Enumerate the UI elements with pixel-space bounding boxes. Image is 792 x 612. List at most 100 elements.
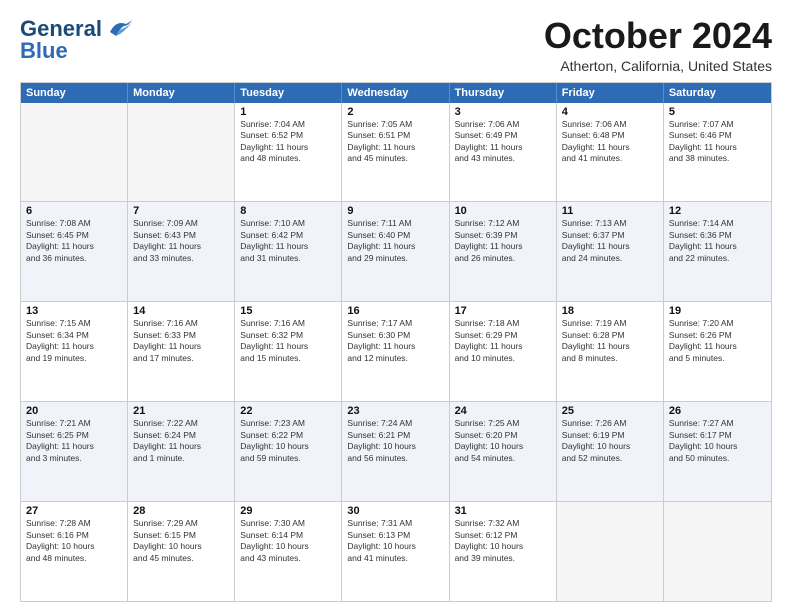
cell-info-line: Daylight: 10 hours	[133, 541, 229, 552]
cell-info-line: Sunrise: 7:24 AM	[347, 418, 443, 429]
calendar-cell: 4Sunrise: 7:06 AMSunset: 6:48 PMDaylight…	[557, 103, 664, 202]
calendar-cell: 8Sunrise: 7:10 AMSunset: 6:42 PMDaylight…	[235, 202, 342, 301]
logo-blue: Blue	[20, 38, 68, 64]
cell-info-line: Sunrise: 7:09 AM	[133, 218, 229, 229]
calendar-cell	[21, 103, 128, 202]
cell-info-line: Sunrise: 7:23 AM	[240, 418, 336, 429]
logo-bird-icon	[106, 18, 134, 40]
calendar-week-3: 13Sunrise: 7:15 AMSunset: 6:34 PM Dayligh…	[21, 302, 771, 402]
cell-info-line: Sunrise: 7:17 AM	[347, 318, 443, 329]
cell-info-line: Daylight: 11 hours	[240, 241, 336, 252]
day-number: 24	[455, 405, 551, 417]
cell-info-line: Sunset: 6:43 PM	[133, 230, 229, 241]
calendar-cell: 24Sunrise: 7:25 AMSunset: 6:20 PMDayligh…	[450, 402, 557, 501]
cell-info-line: Daylight: 10 hours	[240, 441, 336, 452]
cell-info-line: and 26 minutes.	[455, 253, 551, 264]
day-number: 10	[455, 205, 551, 217]
cell-info-line: and 59 minutes.	[240, 453, 336, 464]
cell-info-line: Sunset: 6:37 PM	[562, 230, 658, 241]
cell-info-line: Sunset: 6:34 PM	[26, 330, 122, 341]
cell-info-line: Daylight: 11 hours	[669, 142, 766, 153]
cell-info-line: and 36 minutes.	[26, 253, 122, 264]
cell-info-line: Sunrise: 7:08 AM	[26, 218, 122, 229]
cell-info-line: Sunset: 6:13 PM	[347, 530, 443, 541]
cell-info-line: and 29 minutes.	[347, 253, 443, 264]
cell-info-line: Daylight: 11 hours	[455, 341, 551, 352]
cell-info-line: and 45 minutes.	[133, 553, 229, 564]
day-number: 13	[26, 305, 122, 317]
cell-info-line: Daylight: 11 hours	[240, 142, 336, 153]
cell-info-line: Sunrise: 7:07 AM	[669, 119, 766, 130]
cell-info-line: Sunset: 6:25 PM	[26, 430, 122, 441]
calendar-cell	[557, 502, 664, 601]
cell-info-line: Daylight: 10 hours	[455, 441, 551, 452]
cell-info-line: and 22 minutes.	[669, 253, 766, 264]
calendar-cell: 6Sunrise: 7:08 AMSunset: 6:45 PMDaylight…	[21, 202, 128, 301]
calendar-cell: 2Sunrise: 7:05 AMSunset: 6:51 PMDaylight…	[342, 103, 449, 202]
calendar-cell: 15Sunrise: 7:16 AMSunset: 6:32 PMDayligh…	[235, 302, 342, 401]
cell-info-line: Sunrise: 7:06 AM	[455, 119, 551, 130]
calendar-body: 1Sunrise: 7:04 AMSunset: 6:52 PMDaylight…	[21, 103, 771, 601]
cell-info-line: Sunrise: 7:28 AM	[26, 518, 122, 529]
cell-info-line: Daylight: 11 hours	[455, 142, 551, 153]
calendar-week-5: 27Sunrise: 7:28 AMSunset: 6:16 PMDayligh…	[21, 502, 771, 601]
header-monday: Monday	[128, 83, 235, 103]
cell-info-line: Sunset: 6:39 PM	[455, 230, 551, 241]
calendar-cell: 18Sunrise: 7:19 AMSunset: 6:28 PMDayligh…	[557, 302, 664, 401]
cell-info-line: and 48 minutes.	[240, 153, 336, 164]
header: General Blue October 2024 Atherton, Cali…	[20, 16, 772, 74]
calendar-cell: 11Sunrise: 7:13 AMSunset: 6:37 PMDayligh…	[557, 202, 664, 301]
day-number: 30	[347, 505, 443, 517]
day-number: 18	[562, 305, 658, 317]
day-number: 26	[669, 405, 766, 417]
day-number: 12	[669, 205, 766, 217]
logo: General Blue	[20, 16, 134, 64]
cell-info-line: Sunrise: 7:11 AM	[347, 218, 443, 229]
cell-info-line: Daylight: 11 hours	[347, 341, 443, 352]
calendar-cell: 9Sunrise: 7:11 AMSunset: 6:40 PMDaylight…	[342, 202, 449, 301]
calendar-cell: 19Sunrise: 7:20 AMSunset: 6:26 PMDayligh…	[664, 302, 771, 401]
cell-info-line: Daylight: 10 hours	[347, 541, 443, 552]
cell-info-line: Daylight: 11 hours	[669, 341, 766, 352]
cell-info-line: Daylight: 10 hours	[669, 441, 766, 452]
day-number: 1	[240, 106, 336, 118]
cell-info-line: Sunrise: 7:30 AM	[240, 518, 336, 529]
cell-info-line: Sunrise: 7:25 AM	[455, 418, 551, 429]
day-number: 23	[347, 405, 443, 417]
calendar-cell: 25Sunrise: 7:26 AMSunset: 6:19 PMDayligh…	[557, 402, 664, 501]
calendar-cell: 1Sunrise: 7:04 AMSunset: 6:52 PMDaylight…	[235, 103, 342, 202]
header-saturday: Saturday	[664, 83, 771, 103]
calendar-cell: 29Sunrise: 7:30 AMSunset: 6:14 PMDayligh…	[235, 502, 342, 601]
cell-info-line: Daylight: 11 hours	[562, 341, 658, 352]
calendar-cell: 23Sunrise: 7:24 AMSunset: 6:21 PMDayligh…	[342, 402, 449, 501]
day-number: 3	[455, 106, 551, 118]
cell-info-line: Sunset: 6:22 PM	[240, 430, 336, 441]
cell-info-line: Sunset: 6:32 PM	[240, 330, 336, 341]
cell-info-line: Sunset: 6:30 PM	[347, 330, 443, 341]
cell-info-line: Sunset: 6:19 PM	[562, 430, 658, 441]
calendar-cell: 21Sunrise: 7:22 AMSunset: 6:24 PMDayligh…	[128, 402, 235, 501]
calendar-cell: 22Sunrise: 7:23 AMSunset: 6:22 PMDayligh…	[235, 402, 342, 501]
cell-info-line: Sunrise: 7:12 AM	[455, 218, 551, 229]
cell-info-line: Sunrise: 7:06 AM	[562, 119, 658, 130]
day-number: 5	[669, 106, 766, 118]
day-number: 8	[240, 205, 336, 217]
cell-info-line: and 19 minutes.	[26, 353, 122, 364]
day-number: 27	[26, 505, 122, 517]
calendar-cell: 3Sunrise: 7:06 AMSunset: 6:49 PMDaylight…	[450, 103, 557, 202]
calendar-cell: 7Sunrise: 7:09 AMSunset: 6:43 PMDaylight…	[128, 202, 235, 301]
cell-info-line: Sunset: 6:14 PM	[240, 530, 336, 541]
cell-info-line: Sunrise: 7:15 AM	[26, 318, 122, 329]
header-wednesday: Wednesday	[342, 83, 449, 103]
day-number: 15	[240, 305, 336, 317]
cell-info-line: Sunset: 6:46 PM	[669, 130, 766, 141]
month-title: October 2024	[544, 16, 772, 56]
calendar-header: Sunday Monday Tuesday Wednesday Thursday…	[21, 83, 771, 103]
header-friday: Friday	[557, 83, 664, 103]
header-sunday: Sunday	[21, 83, 128, 103]
cell-info-line: Daylight: 11 hours	[669, 241, 766, 252]
cell-info-line: and 52 minutes.	[562, 453, 658, 464]
cell-info-line: and 50 minutes.	[669, 453, 766, 464]
location: Atherton, California, United States	[544, 58, 772, 74]
day-number: 4	[562, 106, 658, 118]
